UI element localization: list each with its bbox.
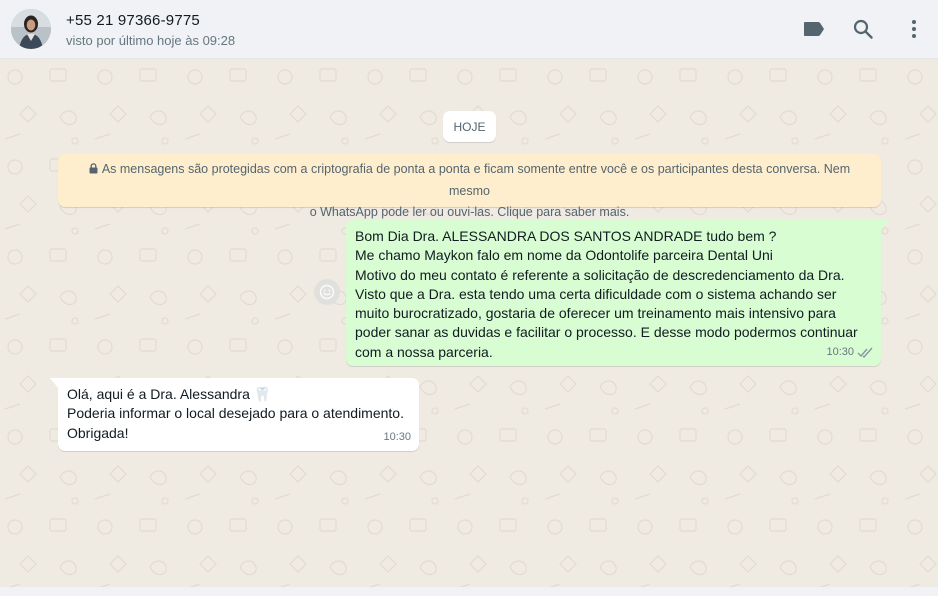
reaction-button[interactable]: [314, 279, 340, 305]
menu-button[interactable]: [899, 14, 929, 44]
footer-strip: [0, 587, 938, 596]
message-meta: 10:30: [826, 343, 873, 362]
message-text-line: poder sanar as duvidas e facilitar o pro…: [355, 324, 858, 341]
message-text-line: Obrigada!: [67, 424, 129, 441]
contact-name[interactable]: +55 21 97366-9775: [66, 12, 200, 29]
date-divider: HOJE: [443, 111, 496, 142]
message-outgoing[interactable]: Bom Dia Dra. ALESSANDRA DOS SANTOS ANDRA…: [346, 220, 889, 366]
message-time: 10:30: [826, 345, 854, 358]
label-button[interactable]: [799, 14, 829, 44]
search-button[interactable]: [848, 14, 878, 44]
emoji-smile-icon: [319, 284, 335, 300]
message-text-line: Me chamo Maykon falo em nome da Odontoli…: [355, 247, 773, 264]
encryption-notice[interactable]: As mensagens são protegidas com a cripto…: [58, 154, 881, 219]
bubble-tail: [881, 220, 889, 230]
bubble-tail: [50, 378, 58, 388]
encryption-notice-line1: As mensagens são protegidas com a cripto…: [101, 162, 851, 198]
lock-icon: [89, 160, 98, 181]
search-icon: [853, 19, 873, 39]
double-check-read-icon: [857, 347, 873, 358]
whatsapp-chat-window: +55 21 97366-9775 visto por último hoje …: [0, 0, 938, 596]
message-text-line: Olá, aqui é a Dra. Alessandra 🦷: [67, 386, 272, 402]
chat-messages-area[interactable]: HOJE As mensagens são protegidas com a c…: [0, 59, 938, 587]
encryption-notice-line2: o WhatsApp pode ler ou ouvi-las. Clique …: [309, 205, 630, 219]
avatar[interactable]: [11, 9, 51, 49]
message-text-line: com a nossa parceria.: [355, 343, 493, 360]
message-text-line: Poderia informar o local desejado para o…: [67, 405, 404, 422]
message-incoming[interactable]: Olá, aqui é a Dra. Alessandra 🦷 Poderia …: [50, 378, 419, 451]
last-seen-status: visto por último hoje às 09:28: [66, 33, 236, 48]
message-text-line: Visto que a Dra. esta tendo uma certa di…: [355, 285, 837, 302]
message-text-line: muito burocratizado, gostaria de oferece…: [355, 305, 836, 322]
message-text-line: Motivo do meu contato é referente a soli…: [355, 266, 845, 283]
message-text-line: Bom Dia Dra. ALESSANDRA DOS SANTOS ANDRA…: [355, 228, 777, 244]
message-meta: 10:30: [383, 428, 411, 447]
avatar-photo-icon: [11, 9, 51, 49]
label-icon: [804, 22, 824, 36]
chat-header[interactable]: +55 21 97366-9775 visto por último hoje …: [0, 0, 938, 59]
message-time: 10:30: [383, 430, 411, 443]
menu-dots-icon: [912, 20, 916, 38]
